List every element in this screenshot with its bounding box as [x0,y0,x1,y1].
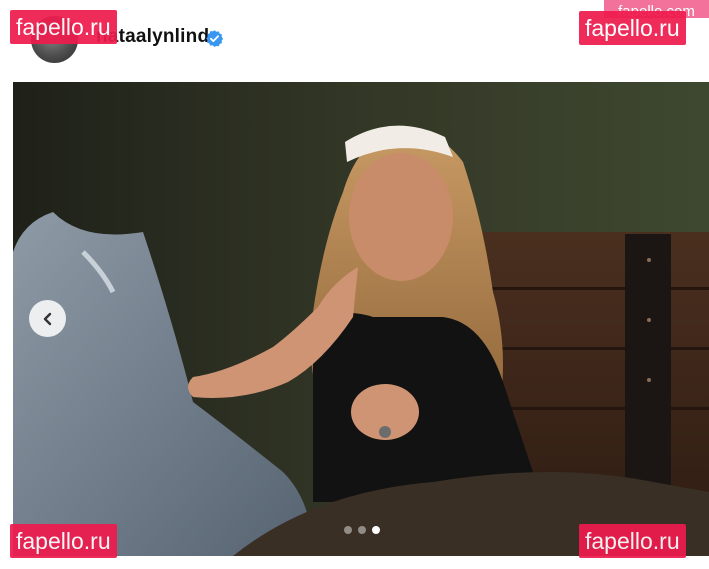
carousel-dot-2[interactable] [358,526,366,534]
chevron-left-icon [43,312,51,325]
carousel-dot-3[interactable] [372,526,380,534]
watermark-top-right: fapello.ru [579,11,686,45]
photo-illustration [13,82,709,556]
carousel-indicator [344,524,380,536]
verified-badge-icon [206,30,224,47]
watermark-top-left: fapello.ru [10,10,117,44]
carousel-prev-button[interactable] [29,300,66,337]
carousel-dot-1[interactable] [344,526,352,534]
post-photo [13,82,709,556]
watermark-bottom-left: fapello.ru [10,524,117,558]
watermark-bottom-right: fapello.ru [579,524,686,558]
